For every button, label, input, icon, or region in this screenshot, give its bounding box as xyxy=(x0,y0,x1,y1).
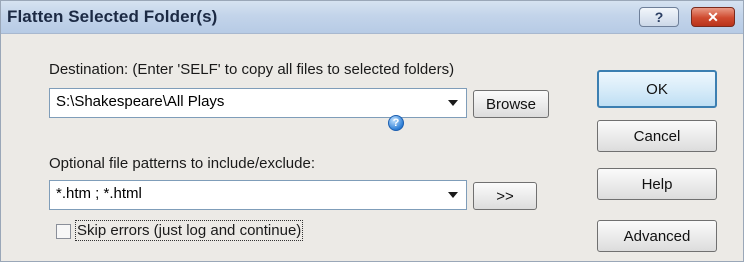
dialog-body: Destination: (Enter 'SELF' to copy all f… xyxy=(1,34,743,261)
title-bar[interactable]: Flatten Selected Folder(s) ? ✕ xyxy=(1,1,743,34)
ok-button[interactable]: OK xyxy=(597,70,717,108)
close-icon: ✕ xyxy=(707,8,719,25)
patterns-value: *.htm ; *.html xyxy=(56,185,142,202)
info-glyph: ? xyxy=(392,117,400,129)
flatten-dialog: Flatten Selected Folder(s) ? ✕ Destinati… xyxy=(0,0,744,262)
patterns-combobox[interactable]: *.htm ; *.html xyxy=(49,180,467,210)
info-icon[interactable]: ? xyxy=(388,115,404,131)
patterns-more-button[interactable]: >> xyxy=(473,182,537,210)
destination-value: S:\Shakespeare\All Plays xyxy=(56,93,225,110)
titlebar-help-button[interactable]: ? xyxy=(639,7,679,27)
browse-button-label: Browse xyxy=(485,95,537,113)
chevron-down-icon[interactable] xyxy=(448,192,458,198)
skip-errors-checkbox[interactable] xyxy=(56,224,71,239)
skip-errors-label[interactable]: Skip errors (just log and continue) xyxy=(74,220,304,241)
patterns-label: Optional file patterns to include/exclud… xyxy=(49,155,315,172)
cancel-button[interactable]: Cancel xyxy=(597,120,717,152)
close-button[interactable]: ✕ xyxy=(691,7,735,27)
cancel-button-label: Cancel xyxy=(633,127,681,145)
ok-button-label: OK xyxy=(646,80,668,98)
destination-label: Destination: (Enter 'SELF' to copy all f… xyxy=(49,61,455,78)
more-button-label: >> xyxy=(496,187,514,205)
help-button[interactable]: Help xyxy=(597,168,717,200)
question-mark-icon: ? xyxy=(654,9,664,25)
advanced-button-label: Advanced xyxy=(623,227,691,245)
destination-combobox[interactable]: S:\Shakespeare\All Plays xyxy=(49,88,467,118)
advanced-button[interactable]: Advanced xyxy=(597,220,717,252)
chevron-down-icon[interactable] xyxy=(448,100,458,106)
dialog-title: Flatten Selected Folder(s) xyxy=(7,7,218,26)
help-button-label: Help xyxy=(641,175,673,193)
browse-button[interactable]: Browse xyxy=(473,90,549,118)
